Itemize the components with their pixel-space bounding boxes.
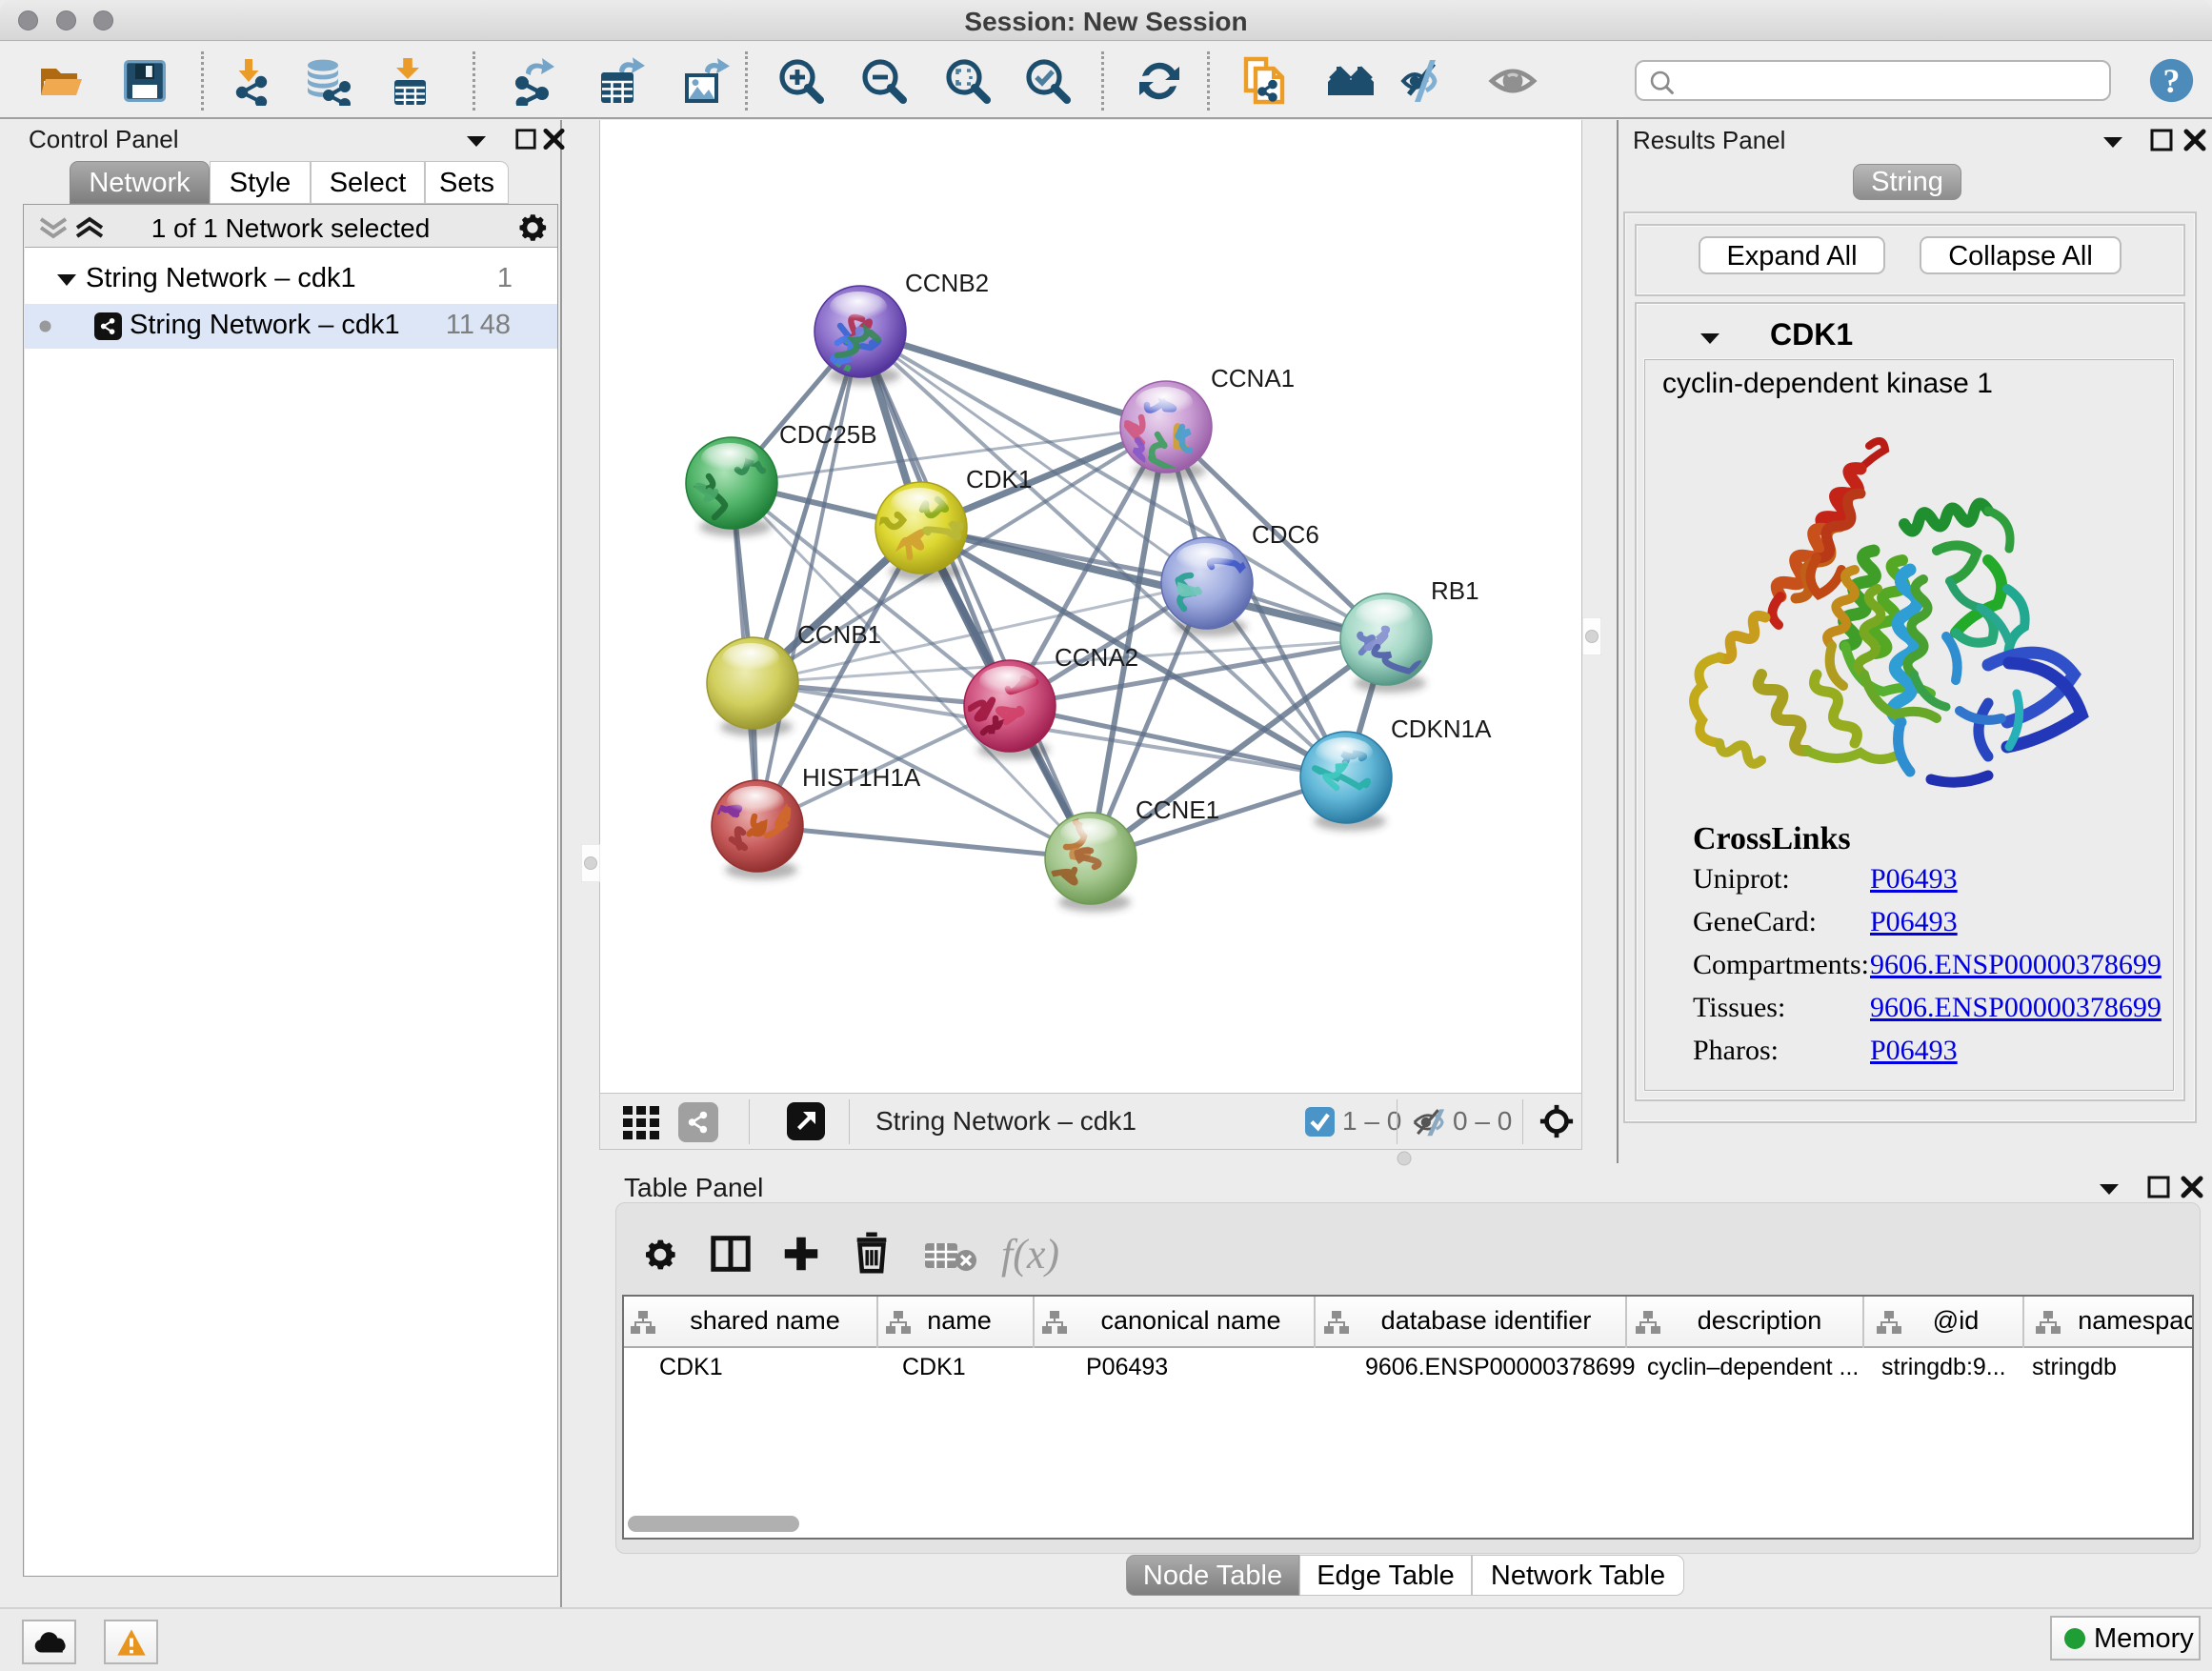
svg-text:CCNA2: CCNA2 — [1055, 643, 1138, 672]
svg-text:CDKN1A: CDKN1A — [1391, 715, 1492, 743]
svg-text:CCNB2: CCNB2 — [905, 269, 989, 297]
svg-text:CCNB1: CCNB1 — [797, 620, 881, 649]
svg-text:CDK1: CDK1 — [966, 465, 1032, 493]
svg-text:RB1: RB1 — [1431, 576, 1479, 605]
svg-text:HIST1H1A: HIST1H1A — [802, 763, 921, 792]
svg-text:CCNA1: CCNA1 — [1211, 364, 1295, 393]
svg-text:CDC25B: CDC25B — [779, 420, 877, 449]
svg-text:CDC6: CDC6 — [1252, 520, 1319, 549]
svg-text:CCNE1: CCNE1 — [1136, 795, 1219, 824]
svg-text:?: ? — [2163, 62, 2181, 100]
